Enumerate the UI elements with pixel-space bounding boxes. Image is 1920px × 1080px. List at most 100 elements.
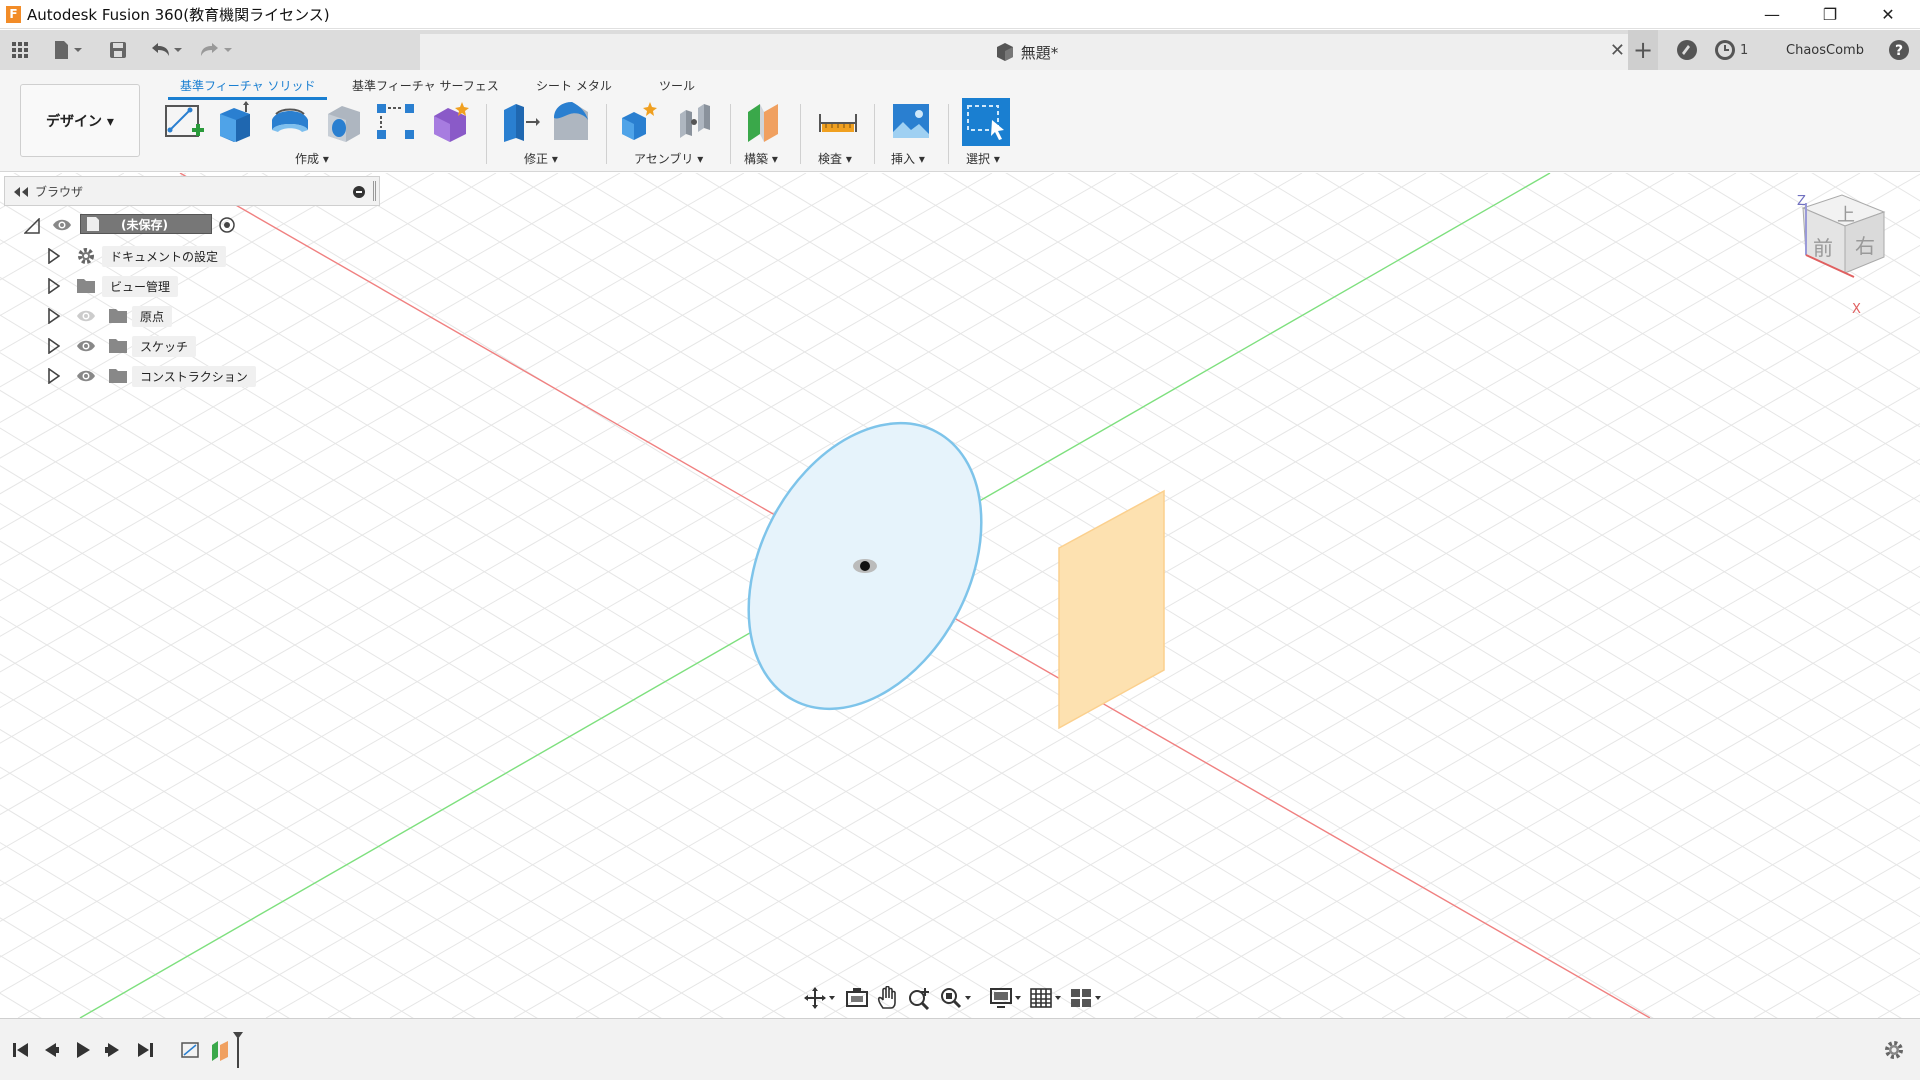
create-sketch-icon[interactable] [162, 100, 206, 144]
sweep-icon[interactable] [322, 100, 366, 144]
ribbon-separator [874, 104, 875, 164]
insert-group-label[interactable]: 挿入 ▾ [891, 150, 925, 167]
close-document-icon[interactable]: ✕ [1610, 40, 1625, 61]
undo-icon[interactable] [146, 36, 186, 64]
restore-icon[interactable]: ❐ [1800, 0, 1860, 29]
design-canvas[interactable]: 上 前 右 Z X [0, 173, 1920, 1018]
ribbon-separator [800, 104, 801, 164]
new-component-icon[interactable] [618, 100, 662, 144]
folder-icon [76, 276, 96, 297]
step-forward-icon[interactable] [102, 1039, 124, 1061]
job-status[interactable]: 1 [1714, 30, 1754, 70]
title-bar: F Autodesk Fusion 360(教育機関ライセンス) — ❐ ✕ [0, 0, 1920, 29]
browser-root-row[interactable]: (未保存) [24, 212, 244, 238]
new-tab-plus-icon[interactable]: + [1628, 30, 1658, 70]
joint-icon[interactable] [672, 100, 716, 144]
orbit-icon[interactable] [803, 986, 837, 1010]
offset-plane-icon[interactable] [742, 100, 786, 144]
browser-tree-item[interactable]: コンストラクション [44, 362, 274, 388]
browser-item-label: スケッチ [132, 336, 197, 357]
browser-tree-item[interactable]: ドキュメントの設定 [44, 242, 274, 268]
fillet-icon[interactable] [550, 100, 594, 144]
tab-surface[interactable]: 基準フィーチャ サーフェス [352, 74, 499, 96]
pattern-icon[interactable] [374, 100, 418, 144]
viewcube-front-label[interactable]: 前 [1813, 236, 1833, 260]
step-back-icon[interactable] [40, 1039, 62, 1061]
file-menu-icon[interactable] [48, 36, 88, 64]
root-label-text: (未保存) [121, 217, 168, 232]
save-icon[interactable] [106, 36, 130, 64]
close-icon[interactable]: ✕ [1858, 0, 1918, 29]
viewcube-top-label[interactable]: 上 [1837, 205, 1855, 226]
expand-triangle-open-icon[interactable] [24, 218, 40, 234]
browser-panel-header[interactable]: ブラウザ [4, 176, 380, 206]
tab-sheet-metal[interactable]: シート メタル [536, 74, 612, 96]
viewcube-right-label[interactable]: 右 [1855, 234, 1875, 258]
modify-group-label[interactable]: 修正 ▾ [524, 150, 558, 167]
timeline-sketch-feature-icon[interactable] [180, 1039, 202, 1061]
measure-icon[interactable] [816, 100, 860, 144]
browser-tree-item[interactable]: ビュー管理 [44, 272, 274, 298]
timeline-settings-gear-icon[interactable] [1882, 1038, 1906, 1062]
expand-triangle-icon[interactable] [48, 368, 60, 384]
folder-icon [108, 336, 128, 357]
redo-icon[interactable] [196, 36, 236, 64]
activate-radio-icon[interactable] [218, 216, 236, 234]
timeline-plane-feature-icon[interactable] [210, 1039, 232, 1061]
timeline-bar [0, 1018, 1920, 1080]
play-icon[interactable] [72, 1039, 94, 1061]
create-form-icon[interactable] [428, 100, 472, 144]
look-at-icon[interactable] [845, 986, 869, 1010]
create-group-label[interactable]: 作成 ▾ [295, 150, 329, 167]
assemble-group-label[interactable]: アセンブリ ▾ [634, 150, 703, 167]
construct-group-label[interactable]: 構築 ▾ [744, 150, 778, 167]
browser-tree-item[interactable]: 原点 [44, 302, 274, 328]
root-component-label[interactable]: (未保存) [80, 214, 212, 234]
browser-resize-handle[interactable] [373, 181, 376, 201]
grid-settings-icon[interactable] [1029, 986, 1063, 1010]
document-cube-icon [996, 43, 1013, 61]
viewports-icon[interactable] [1069, 986, 1103, 1010]
insert-canvas-icon[interactable] [889, 100, 933, 144]
fusion-app-icon: F [6, 5, 21, 23]
ribbon-separator [486, 104, 487, 164]
help-icon[interactable]: ? [1886, 30, 1912, 70]
navigation-toolbar [795, 983, 1107, 1013]
pan-hand-icon[interactable] [877, 986, 901, 1010]
user-account-button[interactable]: ChaosComb [1786, 30, 1866, 70]
extensions-icon[interactable] [1672, 30, 1702, 70]
tab-solid[interactable]: 基準フィーチャ ソリッド [167, 74, 328, 100]
eye-icon[interactable] [52, 217, 72, 233]
data-panel-grid-icon[interactable] [8, 36, 32, 64]
press-pull-icon[interactable] [498, 100, 542, 144]
zoom-icon[interactable] [907, 986, 931, 1010]
browser-minus-icon[interactable] [353, 186, 365, 198]
expand-triangle-icon[interactable] [48, 278, 60, 294]
zoom-window-icon[interactable] [939, 986, 973, 1010]
minimize-icon[interactable]: — [1742, 0, 1802, 29]
go-to-start-icon[interactable] [10, 1039, 32, 1061]
collapse-browser-icon[interactable] [13, 186, 29, 198]
revolve-icon[interactable] [268, 100, 312, 144]
origin-point[interactable] [860, 561, 870, 571]
expand-triangle-icon[interactable] [48, 248, 60, 264]
expand-triangle-icon[interactable] [48, 308, 60, 324]
workspace-switcher-button[interactable]: デザイン ▾ [20, 84, 140, 157]
eye-icon[interactable] [76, 308, 96, 324]
expand-triangle-icon[interactable] [48, 338, 60, 354]
browser-tree-item[interactable]: スケッチ [44, 332, 274, 358]
go-to-end-icon[interactable] [134, 1039, 156, 1061]
browser-item-label: ドキュメントの設定 [102, 246, 227, 267]
eye-icon[interactable] [76, 368, 96, 384]
timeline-marker-icon[interactable] [232, 1031, 244, 1069]
eye-icon[interactable] [76, 338, 96, 354]
select-icon[interactable] [962, 98, 1010, 146]
inspect-group-label[interactable]: 検査 ▾ [818, 150, 852, 167]
display-settings-icon[interactable] [989, 986, 1023, 1010]
extrude-icon[interactable] [214, 100, 258, 144]
select-group-label[interactable]: 選択 ▾ [966, 150, 1000, 167]
tab-tools[interactable]: ツール [659, 74, 695, 96]
toolbar-ribbon: デザイン ▾ 基準フィーチャ ソリッド 基準フィーチャ サーフェス シート メタ… [0, 70, 1920, 172]
job-count: 1 [1740, 42, 1749, 58]
document-tab[interactable]: 無題* ✕ [420, 34, 1633, 70]
